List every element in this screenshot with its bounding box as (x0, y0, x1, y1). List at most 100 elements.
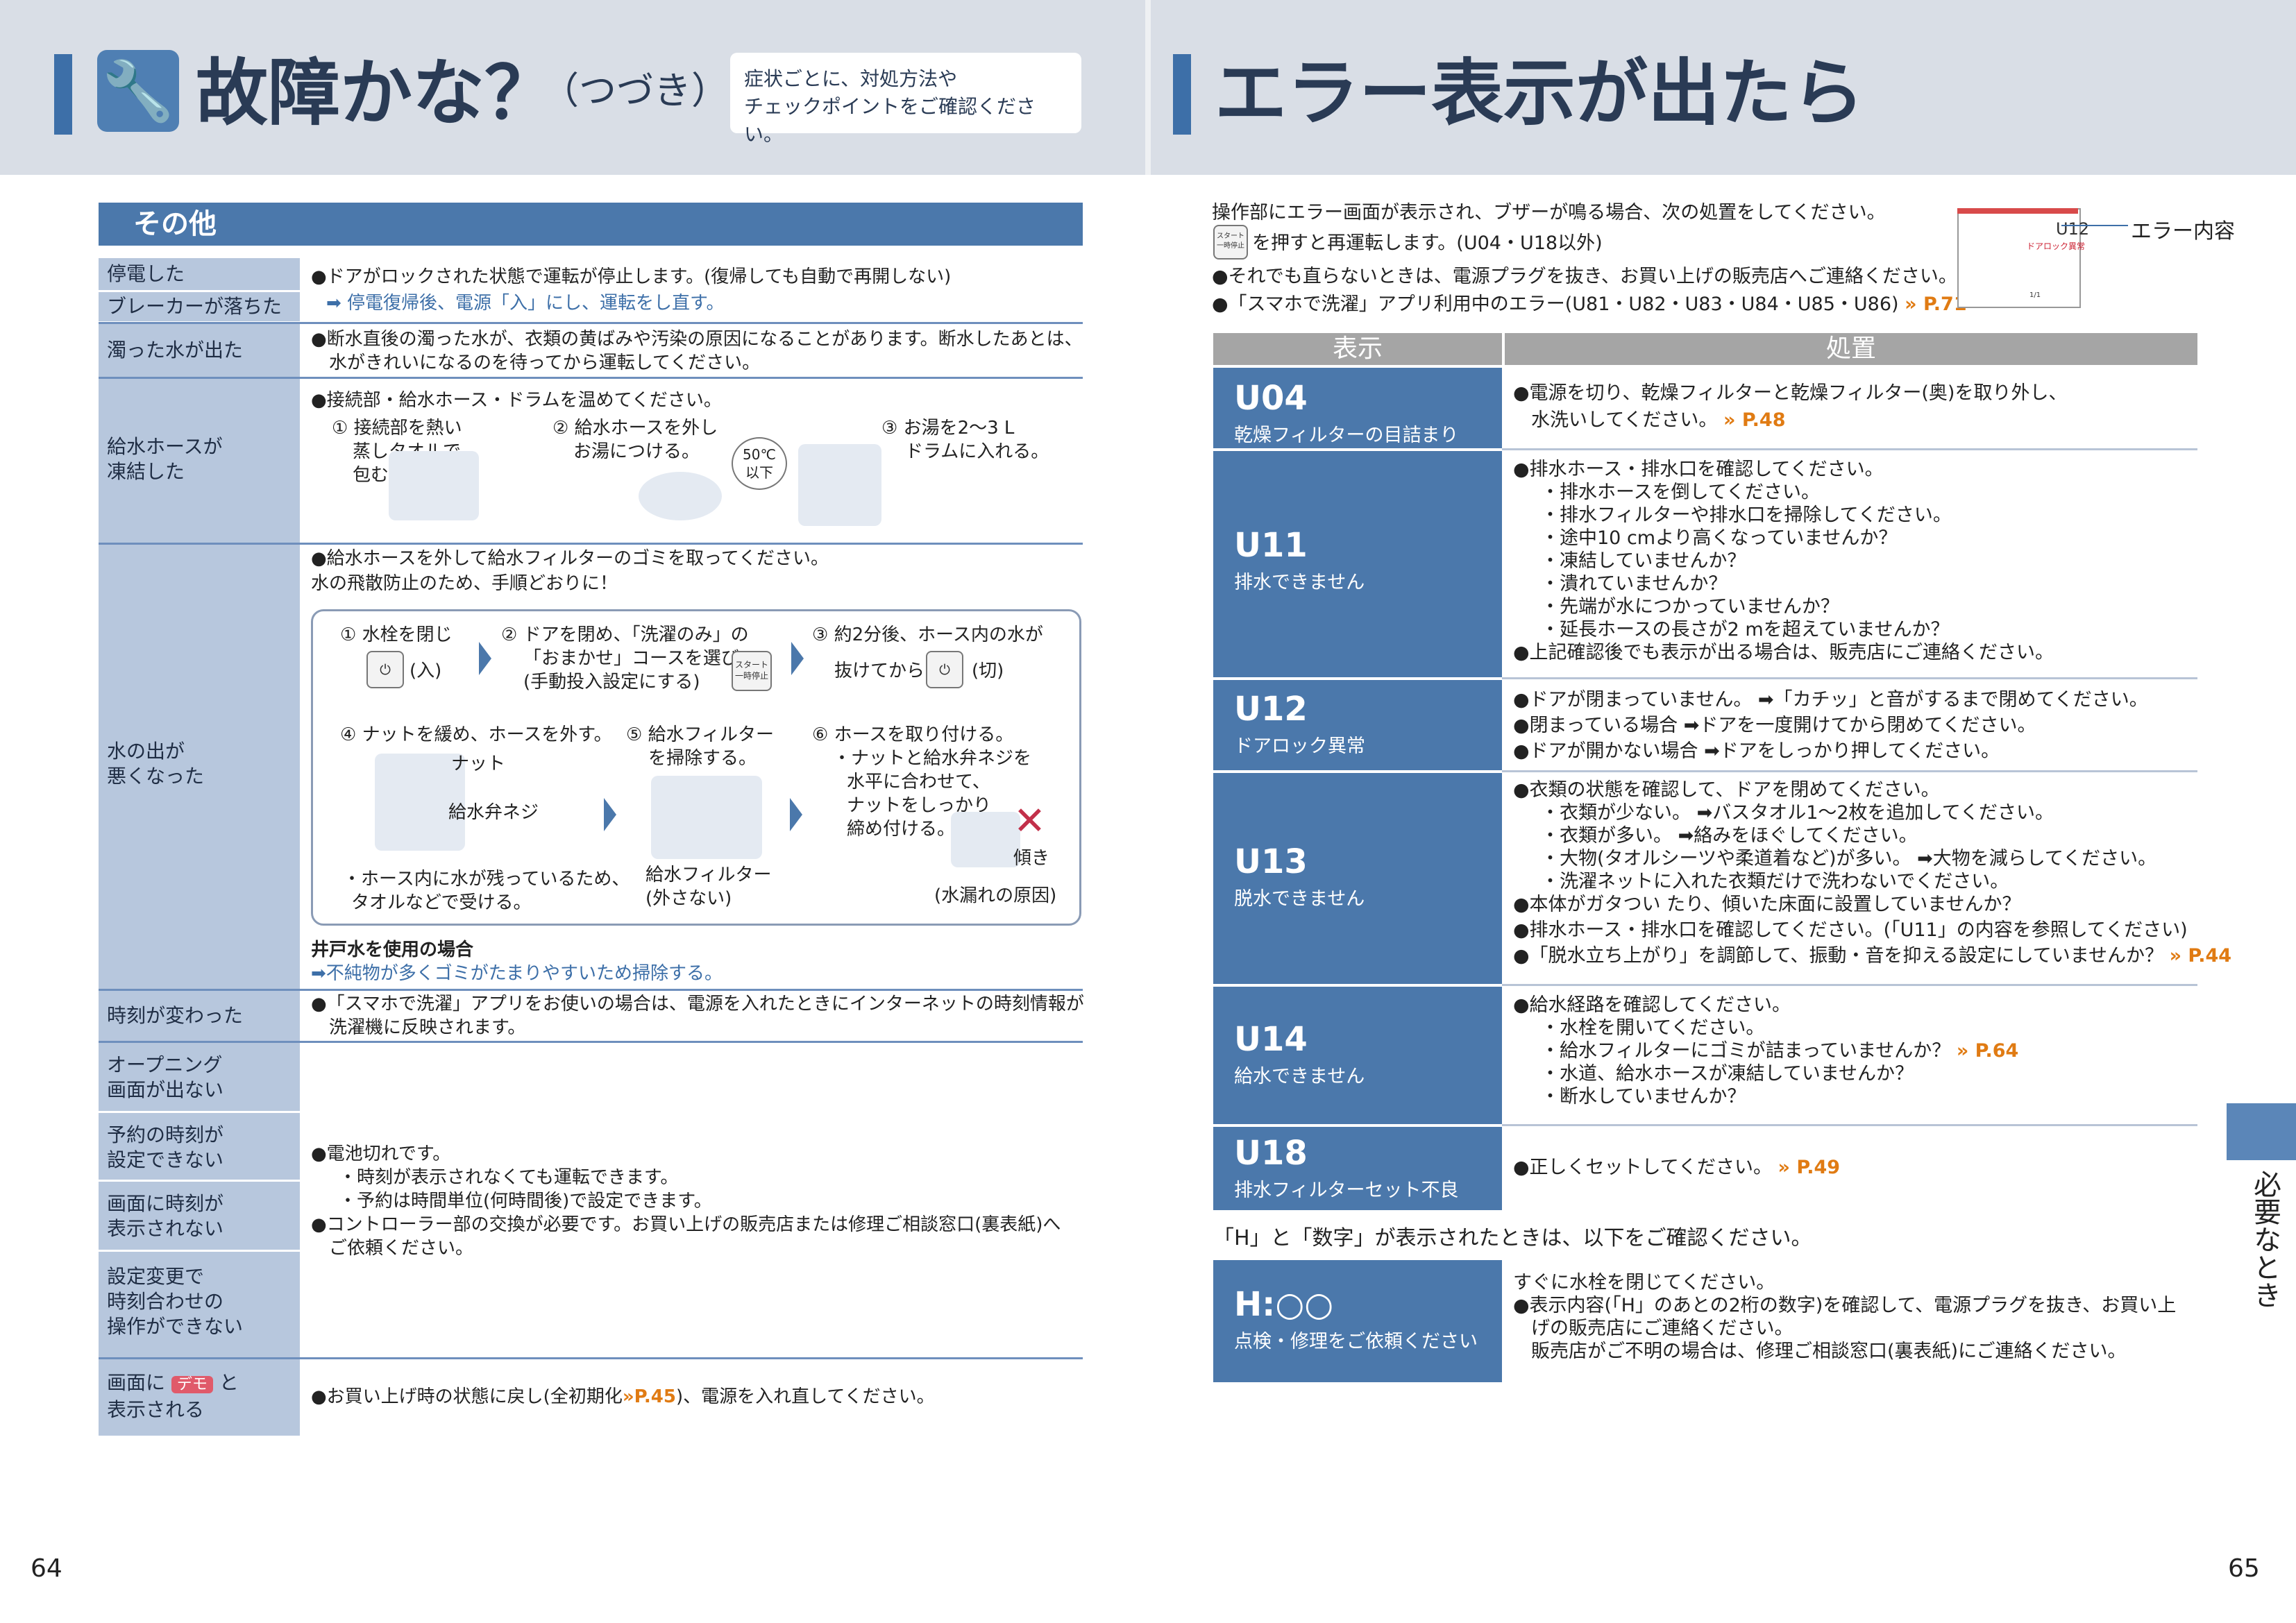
label-line: 設定変更で (107, 1265, 205, 1288)
action-line: ・大物(タオルシーツや柔道着など)が多い。 ➡大物を減らしてください。 (1541, 848, 2157, 869)
action-line: ・衣類が多い。 ➡絡みをほぐしてください。 (1541, 825, 1918, 847)
error-desc: 乾燥フィルターの目詰まり (1234, 425, 1459, 446)
hint-line: 症状ごとに、対処方法や (744, 67, 958, 90)
row-divider (1502, 984, 2197, 986)
text-line: ●コントローラー部の交換が必要です。お買い上げの販売店または修理ご相談窓口(裏表… (311, 1214, 1061, 1235)
row-label-water-poor: 水の出が 悪くなった (99, 545, 300, 989)
text-line: ご依頼ください。 (329, 1238, 474, 1259)
text-line: ・時刻が表示されなくても運転できます。 (339, 1167, 679, 1188)
error-code: U13 (1234, 842, 1308, 881)
text-part: ●「スマホで洗濯」アプリ利用中のエラー(U81・U82・U83・U84・U85・… (1212, 294, 1899, 315)
basin-illustration (639, 472, 722, 520)
action-line: ●ドアが閉まっていません。 ➡「カチッ」と音がするまで閉めてください。 (1513, 689, 2148, 711)
step-line: ② 給水ホースを外し (552, 418, 718, 439)
page-ref-link[interactable]: » P.44 (2170, 945, 2232, 967)
well-water-text: ➡不純物が多くゴミがたまりやすいため掃除する。 (311, 963, 723, 984)
action-line: ●正しくセットしてください。 (1513, 1157, 1772, 1178)
action-line: ●上記確認後でも表示が出る場合は、販売店にご連絡ください。 (1513, 642, 2054, 663)
row-text: ●断水直後の濁った水が、衣類の黄ばみや汚染の原因になることがあります。断水したあ… (311, 329, 1083, 350)
hose-tilt-illustration (951, 812, 1020, 867)
thumbnail-page: 1/1 (2029, 291, 2041, 299)
action-line: ・断水していませんか？ (1541, 1086, 1746, 1107)
side-tab-label: 必要なとき (2249, 1170, 2281, 1309)
action-line: ・凍結していませんか？ (1541, 550, 1746, 572)
step-3-state: (切) (972, 661, 1004, 681)
error-intro: ●それでも直らないときは、電源プラグを抜き、お買い上げの販売店へご連絡ください。 (1212, 266, 1957, 287)
label-line: 給水ホースが (107, 435, 223, 458)
row-label-breaker: ブレーカーが落ちた (99, 292, 300, 321)
step-line: ③ お湯を2～3 L (881, 418, 1015, 439)
thumbnail-top-bar (1957, 208, 2078, 214)
error-code: U11 (1234, 526, 1308, 565)
step-line: ② ドアを閉め、「洗濯のみ」の (501, 624, 749, 645)
row-text: ●ドアがロックされた状態で運転が停止します。(復帰しても自動で再開しない) (311, 266, 952, 287)
page-ref-link[interactable]: » P.48 (1723, 409, 1786, 431)
action-line: ●排水ホース・排水口を確認してください。 (1513, 459, 1884, 480)
error-code: H:○○ (1234, 1285, 1334, 1324)
row-label-demo: 画面に デモ と 表示される (99, 1359, 300, 1436)
demo-text: ●お買い上げ時の状態に戻し(全初期化»P.45)、電源を入れ直してください。 (311, 1385, 935, 1409)
error-cell-u18: U18 排水フィルターセット不良 (1213, 1127, 1502, 1210)
label-line: 凍結した (107, 460, 185, 483)
step-text: ② 給水ホースを外し お湯につける。 (552, 416, 718, 464)
wrench-icon: 🔧 (97, 50, 179, 132)
page-ref: P.49 (1796, 1157, 1841, 1178)
error-code: U12 (1234, 690, 1308, 729)
action-line: 水洗いしてください。 (1531, 409, 1718, 431)
header-divider (1145, 0, 1151, 175)
label-line: 操作ができない (107, 1315, 244, 1338)
error-action-u18: ●正しくセットしてください。 » P.49 (1513, 1156, 1840, 1179)
error-code: U18 (1234, 1134, 1308, 1173)
thumbnail-code: U12 (2056, 219, 2090, 239)
thumbnail-sub: ドアロック異常 (2027, 241, 2086, 251)
next-arrow-icon (479, 642, 491, 675)
action-line: ●表示内容(「H」のあとの2桁の数字)を確認して、電源プラグを抜き、お買い上 (1513, 1295, 2177, 1316)
step-line: (手動投入設定にする) (523, 672, 700, 692)
step-text: ③ お湯を2～3 L ドラムに入れる。 (881, 416, 1049, 464)
h-error-note: 「H」と「数字」が表示されたときは、以下をご確認ください。 (1213, 1226, 1812, 1250)
action-line: 販売店がご不明の場合は、修理ご相談窓口(裏表紙)にご連絡ください。 (1531, 1341, 2127, 1362)
action-line: ・延長ホースの長さが2 mを超えていませんか？ (1541, 619, 1950, 640)
page-ref-link[interactable]: » P.49 (1778, 1157, 1841, 1178)
action-line: ・先端が水につかっていませんか？ (1541, 596, 1839, 618)
label-line: 悪くなった (107, 765, 205, 788)
action-line: ・給水フィルターにゴミが詰まっていませんか？ (1541, 1040, 1951, 1062)
action-line: げの販売店にご連絡ください。 (1531, 1318, 1793, 1339)
row-label-opening: オープニング 画面が出ない (99, 1043, 300, 1111)
row-divider (1502, 677, 2197, 679)
step-line: ⑥ ホースを取り付ける。 (812, 724, 1014, 745)
temp-note: 以下 (745, 464, 773, 481)
row-label-time-changed: 時刻が変わった (99, 991, 300, 1041)
start-label: スタート (1217, 232, 1244, 240)
step-1-state: (入) (410, 661, 442, 681)
callout-line (2061, 225, 2128, 226)
action-line: ●衣類の状態を確認して、ドアを閉めてください。 (1513, 779, 1940, 801)
column-header-action: 処置 (1505, 333, 2197, 365)
note-line: (外さない) (645, 888, 732, 909)
error-desc: 点検・修理をご依頼ください (1234, 1331, 1478, 1352)
action-line: ●ドアが開かない場合 ➡ドアをしっかり押してください。 (1513, 740, 2000, 762)
error-code: U14 (1234, 1020, 1308, 1059)
note-line: タオルなどで受ける。 (351, 892, 532, 913)
step-6-note: (水漏れの原因) (934, 885, 1057, 906)
page-ref: P.48 (1741, 409, 1786, 431)
error-intro: ●「スマホで洗濯」アプリ利用中のエラー(U81・U82・U83・U84・U85・… (1212, 291, 1967, 318)
next-arrow-icon (791, 642, 804, 675)
label-line: 予約の時刻が (107, 1123, 224, 1146)
label-text: と (219, 1371, 239, 1394)
text-part: ●お買い上げ時の状態に戻し(全初期化 (311, 1386, 623, 1407)
label-line: 画面が出ない (107, 1078, 224, 1101)
label-line: 水の出が (107, 740, 185, 763)
row-text: 洗濯機に反映されます。 (329, 1017, 526, 1038)
title-accent-bar (54, 54, 72, 135)
page-ref-link[interactable]: » P.64 (1957, 1040, 2019, 1062)
callout-label: エラー内容 (2131, 219, 2235, 244)
page-ref: P.64 (1975, 1040, 2019, 1062)
action-line: ●閉まっている場合 ➡ドアを一度開けてから閉めてください。 (1513, 715, 2036, 736)
page-title-right: エラー表示が出たら (1215, 51, 1865, 135)
column-header-display: 表示 (1213, 333, 1502, 365)
page-ref-link[interactable]: »P.45 (623, 1386, 676, 1407)
action-line: ●電源を切り、乾燥フィルターと乾燥フィルター(奥)を取り外し、 (1513, 382, 2068, 404)
error-desc: 脱水できません (1234, 888, 1365, 910)
next-arrow-icon (790, 798, 802, 831)
